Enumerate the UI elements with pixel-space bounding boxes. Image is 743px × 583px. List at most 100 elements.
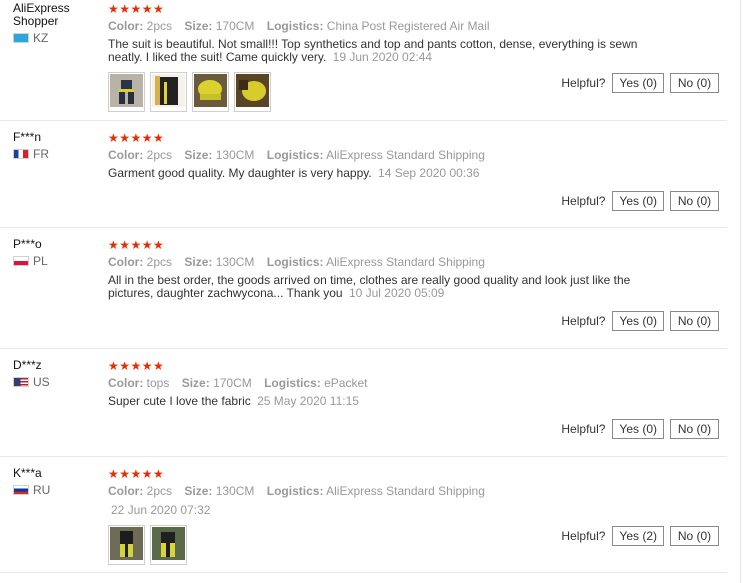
order-attributes: Color: 2pcs Size: 130CM Logistics: AliEx… [108, 148, 723, 162]
country-code: PL [33, 254, 48, 268]
logistics-label: Logistics: [266, 255, 324, 269]
star-rating: ★★★★★ [108, 467, 165, 481]
size-label: Size: [184, 255, 213, 269]
review-body: Super cute I love the fabric 25 May 2020… [108, 395, 648, 408]
kz-flag-icon [13, 33, 29, 43]
review-item: P***o PL ★★★★★ Color: 2pcs Size: 130CM L… [0, 228, 727, 349]
size-label: Size: [184, 484, 213, 498]
review-content: ★★★★★ Color: 2pcs Size: 170CM Logistics:… [108, 3, 723, 112]
helpful-label: Helpful? [561, 422, 606, 436]
helpful-yes-button[interactable]: Yes (2) [612, 526, 664, 546]
reviewer-info: P***o PL [13, 238, 103, 267]
helpful-label: Helpful? [561, 194, 606, 208]
order-attributes: Color: 2pcs Size: 170CM Logistics: China… [108, 19, 723, 33]
review-text: Super cute I love the fabric [108, 394, 251, 408]
reviewer-info: K***a RU [13, 467, 103, 496]
star-rating: ★★★★★ [108, 131, 165, 145]
review-photo[interactable] [150, 72, 187, 112]
color-label: Color: [108, 255, 144, 269]
size-value: 130CM [215, 484, 255, 498]
reviewer-info: F***n FR [13, 131, 103, 160]
review-content: ★★★★★ Color: 2pcs Size: 130CM Logistics:… [108, 239, 723, 300]
review-date: 19 Jun 2020 02:44 [332, 50, 433, 64]
logistics-label: Logistics: [266, 148, 324, 162]
star-rating: ★★★★★ [108, 359, 165, 373]
review-date: 25 May 2020 11:15 [257, 394, 359, 408]
color-label: Color: [108, 19, 144, 33]
review-date: 14 Sep 2020 00:36 [378, 166, 480, 180]
logistics-label: Logistics: [266, 484, 324, 498]
review-content: ★★★★★ Color: tops Size: 170CM Logistics:… [108, 360, 723, 408]
logistics-value: AliExpress Standard Shipping [326, 148, 485, 162]
helpful-no-button[interactable]: No (0) [670, 73, 719, 93]
review-item: D***z US ★★★★★ Color: tops Size: 170CM L… [0, 349, 727, 457]
reviewer-country: US [13, 376, 103, 388]
helpful-voting: Helpful? Yes (0) No (0) [561, 419, 719, 439]
review-date: 10 Jul 2020 05:09 [348, 286, 445, 300]
review-body: The suit is beautiful. Not small!!! Top … [108, 38, 648, 64]
helpful-no-button[interactable]: No (0) [670, 311, 719, 331]
review-photo[interactable] [108, 72, 145, 112]
size-label: Size: [181, 376, 210, 390]
country-code: RU [33, 483, 51, 497]
photo-image [236, 74, 269, 107]
review-item: AliExpress Shopper KZ ★★★★★ Color: 2pcs … [0, 0, 727, 121]
reviewer-name: F***n [13, 130, 42, 144]
order-attributes: Color: 2pcs Size: 130CM Logistics: AliEx… [108, 255, 723, 269]
review-photo[interactable] [234, 72, 271, 112]
reviewer-country: RU [13, 484, 103, 496]
color-value: tops [146, 376, 170, 390]
country-code: FR [33, 147, 49, 161]
review-body: All in the best order, the goods arrived… [108, 274, 648, 300]
logistics-value: AliExpress Standard Shipping [326, 255, 485, 269]
review-text: Garment good quality. My daughter is ver… [108, 166, 372, 180]
helpful-yes-button[interactable]: Yes (0) [612, 419, 664, 439]
logistics-value: ePacket [324, 376, 368, 390]
country-code: US [33, 375, 50, 389]
star-rating: ★★★★★ [108, 238, 165, 252]
reviewer-country: PL [13, 255, 103, 267]
photo-image [194, 74, 227, 107]
photo-image [110, 527, 143, 560]
helpful-label: Helpful? [561, 76, 606, 90]
order-attributes: Color: 2pcs Size: 130CM Logistics: AliEx… [108, 484, 723, 498]
helpful-no-button[interactable]: No (0) [670, 526, 719, 546]
review-date: 22 Jun 2020 07:32 [111, 503, 211, 517]
reviewer-name: D***z [13, 358, 42, 372]
helpful-label: Helpful? [561, 314, 606, 328]
helpful-voting: Helpful? Yes (0) No (0) [561, 191, 719, 211]
review-content: ★★★★★ Color: 2pcs Size: 130CM Logistics:… [108, 468, 723, 565]
star-rating: ★★★★★ [108, 2, 165, 16]
ru-flag-icon [13, 485, 29, 495]
logistics-value: China Post Registered Air Mail [326, 19, 490, 33]
color-value: 2pcs [146, 255, 173, 269]
reviewer-name: P***o [13, 237, 42, 251]
reviewer-info: D***z US [13, 359, 103, 388]
color-label: Color: [108, 484, 144, 498]
review-photo[interactable] [150, 525, 187, 565]
helpful-yes-button[interactable]: Yes (0) [612, 73, 664, 93]
review-photo[interactable] [108, 525, 145, 565]
helpful-yes-button[interactable]: Yes (0) [612, 311, 664, 331]
helpful-label: Helpful? [561, 529, 606, 543]
color-value: 2pcs [146, 19, 173, 33]
review-body: Garment good quality. My daughter is ver… [108, 167, 648, 180]
helpful-voting: Helpful? Yes (0) No (0) [561, 73, 719, 93]
reviewer-name: K***a [13, 466, 42, 480]
logistics-label: Logistics: [264, 376, 321, 390]
review-photo[interactable] [192, 72, 229, 112]
review-item: F***n FR ★★★★★ Color: 2pcs Size: 130CM L… [0, 121, 727, 228]
logistics-label: Logistics: [266, 19, 324, 33]
reviewer-info: AliExpress Shopper KZ [13, 2, 103, 44]
helpful-yes-button[interactable]: Yes (0) [612, 191, 664, 211]
helpful-voting: Helpful? Yes (2) No (0) [561, 526, 719, 546]
reviewer-country: KZ [13, 32, 103, 44]
color-value: 2pcs [146, 484, 173, 498]
country-code: KZ [33, 31, 49, 45]
helpful-no-button[interactable]: No (0) [670, 419, 719, 439]
helpful-no-button[interactable]: No (0) [670, 191, 719, 211]
color-label: Color: [108, 148, 144, 162]
size-value: 170CM [213, 376, 252, 390]
size-value: 170CM [215, 19, 255, 33]
color-value: 2pcs [146, 148, 173, 162]
